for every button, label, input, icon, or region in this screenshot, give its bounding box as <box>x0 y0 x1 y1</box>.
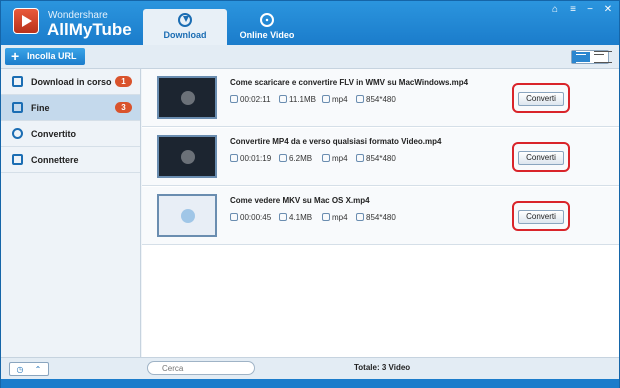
convert-highlight: Converti <box>512 201 570 231</box>
list-view-button[interactable] <box>590 51 612 63</box>
footer-buttons: ◷ ⌃ <box>9 362 49 376</box>
video-thumbnail[interactable] <box>157 76 217 119</box>
duration-value: 00:00:45 <box>240 213 272 222</box>
clock-icon <box>230 213 238 221</box>
tab-online-video-label: Online Video <box>239 30 295 40</box>
list-item[interactable]: Come scaricare e convertire FLV in WMV s… <box>142 69 619 127</box>
format-icon <box>322 213 330 221</box>
header: Wondershare AllMyTube Download Online Vi… <box>1 1 619 45</box>
app-window: Wondershare AllMyTube Download Online Vi… <box>0 0 620 388</box>
video-duration: 00:01:19 <box>230 154 271 163</box>
finished-icon <box>12 102 23 113</box>
tab-download-label: Download <box>163 30 207 40</box>
menu-icon[interactable]: ≡ <box>567 4 579 15</box>
video-title: Come scaricare e convertire FLV in WMV s… <box>230 78 469 87</box>
clock-icon <box>230 154 238 162</box>
video-size: 6.2MB <box>279 154 312 163</box>
brand-product: AllMyTube <box>47 20 132 39</box>
schedule-icon[interactable]: ◷ <box>11 364 29 375</box>
feedback-icon[interactable]: ⌂ <box>549 4 561 15</box>
search-input[interactable] <box>147 361 255 375</box>
resolution-value: 854*480 <box>366 213 396 222</box>
count-badge: 1 <box>115 76 132 87</box>
video-format: mp4 <box>322 213 348 222</box>
video-format: mp4 <box>322 154 348 163</box>
duration-value: 00:02:11 <box>240 95 271 104</box>
size-value: 4.1MB <box>289 213 313 222</box>
format-value: mp4 <box>332 95 348 104</box>
video-resolution: 854*480 <box>356 213 396 222</box>
duration-value: 00:01:19 <box>240 154 272 163</box>
format-icon <box>322 95 330 103</box>
convert-button[interactable]: Converti <box>518 151 564 165</box>
video-format: mp4 <box>322 95 348 104</box>
video-list: Come scaricare e convertire FLV in WMV s… <box>142 69 619 357</box>
video-title: Convertire MP4 da e verso qualsiasi form… <box>230 137 442 146</box>
footer: ◷ ⌃ Totale: 3 Video <box>1 357 619 379</box>
format-value: mp4 <box>332 154 348 163</box>
view-toggle <box>571 50 612 64</box>
list-item[interactable]: Convertire MP4 da e verso qualsiasi form… <box>142 128 619 186</box>
resolution-value: 854*480 <box>366 154 396 163</box>
size-value: 11.1MB <box>289 95 316 104</box>
file-size-icon <box>279 213 287 221</box>
sidebar-item-label: Connettere <box>31 155 79 165</box>
tab-online-video[interactable]: Online Video <box>225 9 309 45</box>
status-bar <box>1 379 619 388</box>
paste-url-label: Incolla URL <box>27 51 77 61</box>
list-view-icon <box>594 51 612 63</box>
resolution-icon <box>356 154 364 162</box>
resolution-icon <box>356 95 364 103</box>
video-resolution: 854*480 <box>356 154 396 163</box>
convert-button[interactable]: Converti <box>518 92 564 106</box>
format-icon <box>322 154 330 162</box>
clock-icon <box>230 95 238 103</box>
minimize-icon[interactable]: − <box>584 4 596 15</box>
tab-download[interactable]: Download <box>143 9 227 45</box>
video-size: 4.1MB <box>279 213 312 222</box>
video-thumbnail[interactable] <box>157 135 217 178</box>
convert-highlight: Converti <box>512 142 570 172</box>
toolbar: + Incolla URL <box>1 45 619 69</box>
download-icon <box>178 13 192 27</box>
convert-button[interactable]: Converti <box>518 210 564 224</box>
file-size-icon <box>279 154 287 162</box>
sidebar-item-downloading[interactable]: Download in corso 1 <box>1 69 140 95</box>
total-count: Totale: 3 Video <box>354 363 411 372</box>
play-icon <box>181 150 195 164</box>
sidebar-item-label: Fine <box>31 103 50 113</box>
video-duration: 00:00:45 <box>230 213 271 222</box>
sidebar-item-converted[interactable]: Convertito <box>1 121 140 147</box>
collapse-icon[interactable]: ⌃ <box>29 364 47 375</box>
convert-icon <box>12 128 23 139</box>
list-item[interactable]: Come vedere MKV su Mac OS X.mp4 00:00:45… <box>142 187 619 245</box>
video-size: 11.1MB <box>279 95 316 104</box>
video-duration: 00:02:11 <box>230 95 271 104</box>
resolution-icon <box>356 213 364 221</box>
detail-view-button[interactable] <box>572 51 594 63</box>
app-logo-icon <box>13 8 39 34</box>
sidebar-item-label: Download in corso <box>31 77 112 87</box>
sidebar-item-label: Convertito <box>31 129 76 139</box>
sidebar: Download in corso 1 Fine 3 Convertito Co… <box>1 69 141 357</box>
convert-highlight: Converti <box>512 83 570 113</box>
paste-url-button[interactable]: + Incolla URL <box>5 48 85 65</box>
close-icon[interactable]: ✕ <box>602 4 614 15</box>
sidebar-item-connect[interactable]: Connettere <box>1 147 140 173</box>
count-badge: 3 <box>115 102 132 113</box>
sidebar-item-finished[interactable]: Fine 3 <box>1 95 140 121</box>
resolution-value: 854*480 <box>366 95 396 104</box>
video-thumbnail[interactable] <box>157 194 217 237</box>
format-value: mp4 <box>332 213 348 222</box>
play-icon <box>181 209 195 223</box>
video-title: Come vedere MKV su Mac OS X.mp4 <box>230 196 370 205</box>
play-icon <box>181 91 195 105</box>
video-resolution: 854*480 <box>356 95 396 104</box>
download-icon <box>12 76 23 87</box>
file-size-icon <box>279 95 287 103</box>
size-value: 6.2MB <box>289 154 313 163</box>
plus-icon: + <box>11 48 20 64</box>
film-reel-icon <box>260 13 274 27</box>
device-icon <box>12 154 23 165</box>
